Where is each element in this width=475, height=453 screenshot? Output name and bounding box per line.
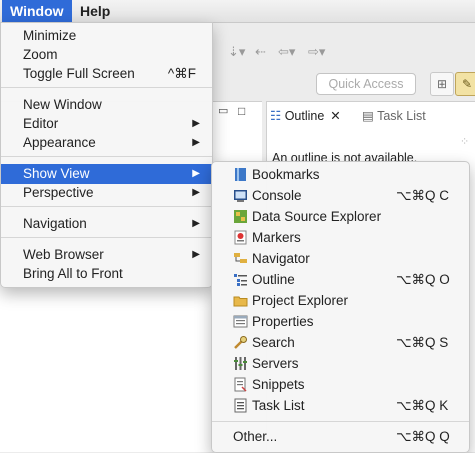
menu-item-web-browser[interactable]: Web Browser ▶ (1, 245, 212, 265)
menu-item-snippets[interactable]: Snippets (212, 374, 469, 395)
show-view-submenu: Bookmarks Console ⌥⌘Q C Data Source Expl… (211, 161, 470, 453)
outline-icon: ☷ (270, 109, 285, 123)
menu-item-console[interactable]: Console ⌥⌘Q C (212, 185, 469, 206)
submenu-arrow-icon: ▶ (192, 249, 200, 260)
menu-separator (1, 156, 212, 157)
search-icon (234, 336, 247, 349)
java-ee-perspective-icon[interactable]: ✎ (455, 72, 475, 96)
console-icon (234, 190, 247, 202)
menu-separator (1, 87, 212, 88)
menu-bar: Window Help (0, 0, 475, 23)
shortcut-label: ⌥⌘Q S (396, 335, 449, 350)
back-icon[interactable]: ⇦▾ (278, 44, 295, 60)
tab-task-list[interactable]: ▤ Task List (362, 104, 426, 128)
window-menu: Minimize Zoom Toggle Full Screen ^⌘F New … (0, 22, 213, 288)
shortcut-label: ⌥⌘Q Q (396, 429, 450, 444)
task-list-icon (234, 398, 247, 413)
submenu-arrow-icon: ▶ (192, 137, 200, 148)
menu-item-navigation[interactable]: Navigation ▶ (1, 214, 212, 234)
menu-item-new-window[interactable]: New Window (1, 95, 212, 115)
forward-icon[interactable]: ⇨▾ (308, 44, 325, 60)
menu-item-markers[interactable]: Markers (212, 227, 469, 248)
menu-item-search[interactable]: Search ⌥⌘Q S (212, 332, 469, 353)
shortcut-label: ⌥⌘Q C (396, 188, 450, 203)
menu-separator (1, 206, 212, 207)
shortcut-label: ⌥⌘Q O (396, 272, 450, 287)
navigator-icon (234, 253, 247, 263)
back-nav-icon[interactable]: ⇠ (255, 44, 266, 60)
minimize-icon[interactable]: ▭ (218, 106, 228, 117)
quick-access-field[interactable]: Quick Access (316, 73, 416, 95)
menu-item-servers[interactable]: Servers (212, 353, 469, 374)
view-menu-icon[interactable]: ⁘ (460, 135, 469, 148)
menu-item-minimize[interactable]: Minimize (1, 26, 212, 46)
snippets-icon (234, 377, 247, 392)
shortcut-label: ⌥⌘Q K (396, 398, 449, 413)
properties-icon (233, 315, 248, 328)
menu-item-appearance[interactable]: Appearance ▶ (1, 133, 212, 153)
menu-separator (1, 237, 212, 238)
servers-icon (234, 357, 247, 370)
window-menu-title[interactable]: Window (2, 0, 72, 22)
submenu-arrow-icon: ▶ (192, 187, 200, 198)
tab-outline[interactable]: ☷ Outline ✕ (270, 104, 341, 128)
menu-item-properties[interactable]: Properties (212, 311, 469, 332)
menu-item-data-source-explorer[interactable]: Data Source Explorer (212, 206, 469, 227)
menu-item-other[interactable]: Other... ⌥⌘Q Q (212, 426, 469, 447)
submenu-arrow-icon: ▶ (192, 218, 200, 229)
task-list-icon: ▤ (362, 109, 378, 123)
menu-item-bookmarks[interactable]: Bookmarks (212, 164, 469, 185)
menu-item-perspective[interactable]: Perspective ▶ (1, 183, 212, 203)
submenu-arrow-icon: ▶ (192, 168, 200, 179)
open-perspective-icon[interactable]: ⊞ (430, 72, 454, 96)
menu-item-editor[interactable]: Editor ▶ (1, 114, 212, 134)
submenu-arrow-icon: ▶ (192, 118, 200, 129)
menu-item-outline[interactable]: Outline ⌥⌘Q O (212, 269, 469, 290)
menu-item-navigator[interactable]: Navigator (212, 248, 469, 269)
close-icon[interactable]: ✕ (330, 109, 340, 123)
outline-icon (234, 274, 247, 286)
maximize-icon[interactable]: □ (238, 105, 248, 117)
menu-item-show-view[interactable]: Show View ▶ (1, 164, 212, 184)
menu-separator (212, 421, 469, 422)
menu-item-project-explorer[interactable]: Project Explorer (212, 290, 469, 311)
bookmarks-icon (235, 168, 246, 181)
shortcut-label: ^⌘F (167, 66, 196, 81)
menu-item-zoom[interactable]: Zoom (1, 45, 212, 65)
project-explorer-icon (233, 296, 248, 307)
help-menu-title[interactable]: Help (72, 0, 118, 22)
menu-item-task-list[interactable]: Task List ⌥⌘Q K (212, 395, 469, 416)
history-dropdown-icon[interactable]: ⇣▾ (228, 44, 245, 60)
menu-item-toggle-full-screen[interactable]: Toggle Full Screen ^⌘F (1, 64, 212, 84)
menu-item-bring-all-to-front[interactable]: Bring All to Front (1, 264, 212, 284)
data-source-explorer-icon (234, 210, 247, 223)
markers-icon (234, 230, 247, 245)
